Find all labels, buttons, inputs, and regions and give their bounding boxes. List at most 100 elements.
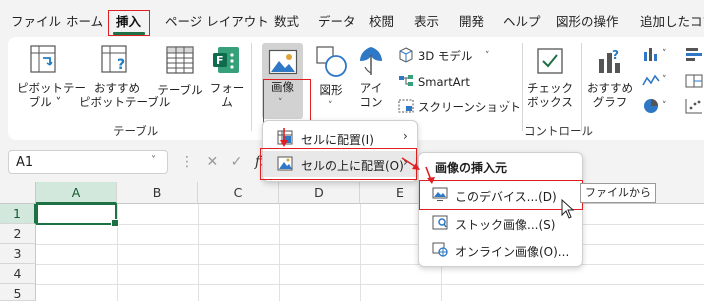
column-header-c[interactable]: C [198,182,279,204]
row-header-2[interactable]: 2 [0,224,36,244]
more-icon: ⋮ [180,154,194,170]
menu-item-this-device[interactable]: このデバイス...(D) [419,182,582,208]
recommended-pivot-button[interactable]: おすすめ ピボットテーブル [79,81,170,109]
cube-3d-icon [398,47,414,66]
tooltip: ファイルから [580,183,656,203]
gridline [279,204,280,301]
row-header-4[interactable]: 4 [0,264,36,284]
pivot-table-button[interactable]: ピボットテー ブル ˅ [17,81,86,109]
chevron-right-icon: › [403,129,408,143]
gridline [36,244,704,245]
tab-view[interactable]: 表示 [414,11,439,30]
screenshot-icon [398,99,414,116]
active-tab-indicator [113,32,145,35]
row-header-3[interactable]: 3 [0,244,36,264]
menu-item-online-pictures[interactable]: オンライン画像(O)... [419,237,582,263]
icons-button[interactable]: アイ コン [353,81,389,109]
smartart-icon [398,74,414,91]
controls-group-label: コントロール [524,124,593,138]
forms-icon: F [211,45,241,78]
enter-icon[interactable]: ✓ [231,154,243,170]
column-header-a[interactable]: A [36,182,117,204]
table-icon [165,45,195,78]
pie-chart-icon[interactable] [642,98,660,117]
chevron-right-icon: › [403,155,408,169]
menu-item-stock-images[interactable]: ストック画像...(S) [419,210,582,236]
hierarchy-chart-icon[interactable] [685,73,703,92]
row-header-1[interactable]: 1 [0,204,36,224]
tab-help[interactable]: ヘルプ [503,11,541,30]
tab-review[interactable]: 校閲 [369,11,394,30]
pivot-table-icon [28,43,60,80]
gridline [198,204,199,301]
column-header-d[interactable]: D [279,182,360,204]
menu-item-label: セルの上に配置(O) [301,159,404,173]
mouse-cursor-icon [561,198,575,222]
svg-text:?: ? [612,48,619,62]
cancel-icon[interactable]: ✕ [206,154,218,170]
scatter-chart-icon[interactable] [685,98,703,117]
svg-text:?: ? [117,57,125,73]
tab-page-layout[interactable]: ページ レイアウト [165,11,269,30]
ribbon-tab-bar: ファイル ホーム 挿入 ページ レイアウト 数式 データ 校閲 表示 開発 ヘル… [0,0,704,36]
image-dropdown-menu: セルに配置(I) › セルの上に配置(O) › [262,120,418,182]
recommended-charts-icon: ? [596,45,626,80]
chevron-down-icon: ˅ [506,101,511,111]
checkbox-icon [536,47,564,78]
place-over-cells-icon [277,156,293,174]
smartart-button[interactable]: SmartArt [418,75,470,89]
gridline [36,224,704,225]
chevron-down-icon: ˅ [278,98,283,108]
device-icon [432,187,448,205]
submenu-title: 画像の挿入元 [435,161,508,175]
group-separator [251,43,252,131]
menu-item-label: ストック画像...(S) [455,218,556,232]
active-cell-a1[interactable] [36,203,119,227]
tab-home[interactable]: ホーム [66,11,103,30]
image-button[interactable]: 画像 ˅ [262,43,303,119]
forms-button[interactable]: フォー ム [207,81,247,109]
insert-picture-from-menu: 画像の挿入元 このデバイス...(D) ストック画像...(S) オンライン画像… [418,152,583,267]
column-header-b[interactable]: B [117,182,198,204]
tab-shape-format[interactable]: 図形の操作 [556,11,619,30]
menu-item-place-over-cells[interactable]: セルの上に配置(O) › [263,151,417,177]
stock-images-icon [432,215,448,233]
name-box[interactable]: A1 ˅ [8,150,168,174]
column-chart-icon[interactable] [642,46,660,65]
menu-item-label: このデバイス...(D) [455,190,557,204]
checkbox-button[interactable]: チェック ボックス [525,81,575,109]
menu-item-place-in-cell[interactable]: セルに配置(I) › [263,125,417,151]
recommended-charts-button[interactable]: おすすめ グラフ [586,81,634,109]
gridline [36,264,704,265]
line-chart-icon[interactable] [642,73,660,92]
gridline [36,284,704,285]
shapes-icon [315,45,349,82]
model-3d-button[interactable]: 3D モデル [418,49,472,63]
group-separator [522,43,523,131]
tab-file[interactable]: ファイル [11,11,61,30]
table-button[interactable]: テーブル [154,83,206,97]
menu-item-label: セルに配置(I) [301,133,374,147]
formula-buttons: ⋮ ✕ ✓ fx [180,154,268,170]
place-in-cell-icon [277,130,293,148]
tab-developer[interactable]: 開発 [459,11,484,30]
chevron-down-icon: ˅ [328,101,333,111]
group-separator [581,43,582,131]
tables-group-label: テーブル [113,124,159,138]
tab-insert[interactable]: 挿入 [116,11,141,30]
select-all-corner[interactable] [0,182,36,204]
chevron-down-icon: ˅ [151,155,156,166]
chevron-down-icon: ˅ [662,75,667,85]
recommended-pivot-icon: ? [99,43,133,80]
chevron-down-icon: ˅ [485,51,490,61]
tab-added-commands[interactable]: 追加したコマ [640,11,704,30]
svg-text:F: F [216,54,224,67]
row-header-5[interactable]: 5 [0,284,36,301]
image-button-label: 画像 [271,80,294,94]
gridline [360,204,361,301]
icons-icon [356,45,386,80]
tab-data[interactable]: データ [318,11,356,30]
shapes-button[interactable]: 図形 [311,83,351,97]
tab-formulas[interactable]: 数式 [274,11,299,30]
bar-chart-icon[interactable] [685,46,703,65]
